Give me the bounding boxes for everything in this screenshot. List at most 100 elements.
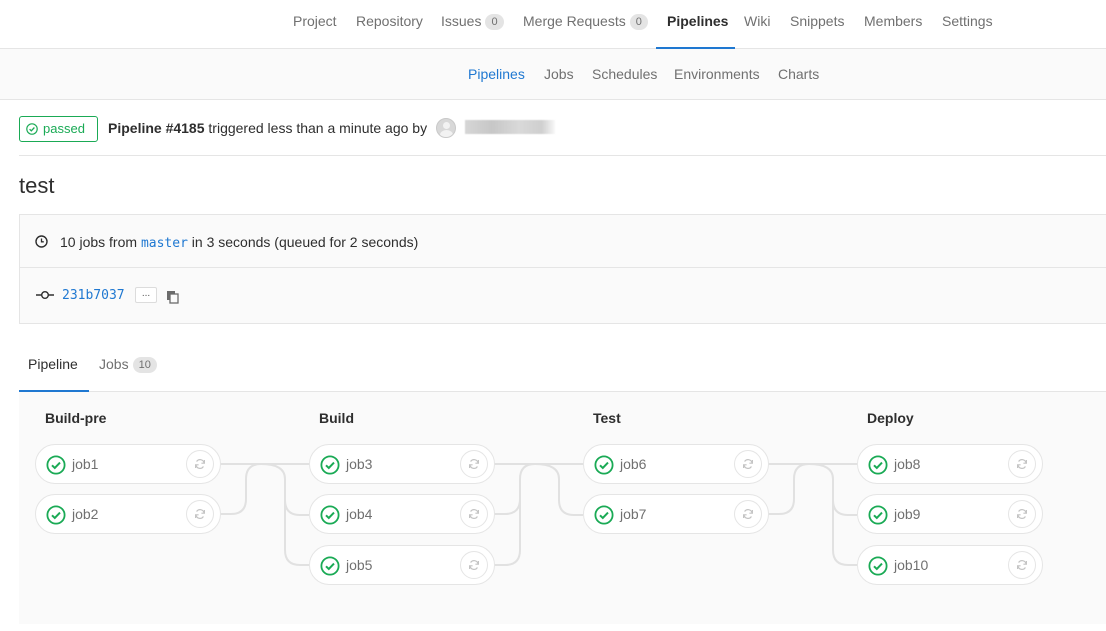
job-node[interactable]: job5 xyxy=(309,545,495,585)
retry-button[interactable] xyxy=(460,551,488,579)
subnav-environments-label: Environments xyxy=(674,66,760,82)
nav-wiki-label: Wiki xyxy=(744,13,771,29)
success-check-icon xyxy=(594,455,614,475)
subnav-schedules[interactable]: Schedules xyxy=(592,49,657,99)
avatar[interactable] xyxy=(436,118,456,138)
job-name: job5 xyxy=(346,557,373,573)
job-node[interactable]: job1 xyxy=(35,444,221,484)
copy-icon[interactable] xyxy=(166,290,180,304)
pipeline-graph: Build-pre Build Test Deploy job1 job2 jo… xyxy=(19,392,1106,624)
project-nav: Project Repository Issues 0 Merge Request… xyxy=(0,0,1106,49)
pipeline-header: passed Pipeline #4185 triggered less tha… xyxy=(19,100,1106,156)
retry-icon xyxy=(195,509,205,519)
success-check-icon xyxy=(320,556,340,576)
job-node[interactable]: job7 xyxy=(583,494,769,534)
jobs-suffix-text: in 3 seconds (queued for 2 seconds) xyxy=(187,234,419,250)
job-name: job7 xyxy=(620,506,647,522)
nav-snippets-label: Snippets xyxy=(790,13,845,29)
branch-link[interactable]: master xyxy=(141,236,188,251)
retry-icon xyxy=(1017,560,1027,570)
job-name: job4 xyxy=(346,506,373,522)
issues-count-badge: 0 xyxy=(485,14,504,30)
expand-commit-button[interactable]: ... xyxy=(135,287,157,303)
stage-title-build-pre: Build-pre xyxy=(45,410,107,426)
success-check-icon xyxy=(320,455,340,475)
job-node[interactable]: job2 xyxy=(35,494,221,534)
nav-wiki[interactable]: Wiki xyxy=(744,0,770,49)
retry-icon xyxy=(743,459,753,469)
retry-icon xyxy=(469,560,479,570)
job-node[interactable]: job8 xyxy=(857,444,1043,484)
nav-project[interactable]: Project xyxy=(293,0,337,49)
subnav-charts[interactable]: Charts xyxy=(778,49,819,99)
pipeline-info-box: 10 jobs from master in 3 seconds (queued… xyxy=(19,214,1106,324)
nav-repository[interactable]: Repository xyxy=(356,0,423,49)
job-name: job1 xyxy=(72,456,99,472)
retry-button[interactable] xyxy=(186,500,214,528)
success-check-icon xyxy=(46,455,66,475)
subnav-pipelines-label: Pipelines xyxy=(468,66,525,82)
nav-snippets[interactable]: Snippets xyxy=(790,0,844,49)
pipeline-title: Pipeline #4185 xyxy=(108,120,205,136)
retry-icon xyxy=(743,509,753,519)
subnav-environments[interactable]: Environments xyxy=(674,49,760,99)
retry-icon xyxy=(469,459,479,469)
nav-merge-requests[interactable]: Merge Requests 0 xyxy=(523,0,648,49)
nav-issues[interactable]: Issues 0 xyxy=(441,0,504,49)
status-badge-label: passed xyxy=(43,121,85,136)
nav-settings-label: Settings xyxy=(942,13,993,29)
subnav-pipelines[interactable]: Pipelines xyxy=(468,49,525,99)
job-name: job9 xyxy=(894,506,921,522)
nav-pipelines-label: Pipelines xyxy=(667,13,729,29)
subnav-charts-label: Charts xyxy=(778,66,820,82)
pipelines-subnav: Pipelines Jobs Schedules Environments Ch… xyxy=(0,49,1106,100)
commit-sha-link[interactable]: 231b7037 xyxy=(62,288,125,303)
retry-button[interactable] xyxy=(186,450,214,478)
status-badge[interactable]: passed xyxy=(19,116,98,142)
retry-button[interactable] xyxy=(1008,450,1036,478)
tab-pipeline[interactable]: Pipeline xyxy=(19,342,89,392)
retry-icon xyxy=(469,509,479,519)
nav-settings[interactable]: Settings xyxy=(942,0,993,49)
username-redacted[interactable] xyxy=(465,120,555,134)
success-check-icon xyxy=(868,505,888,525)
job-node[interactable]: job10 xyxy=(857,545,1043,585)
success-check-icon xyxy=(868,455,888,475)
tab-jobs[interactable]: Jobs 10 xyxy=(99,342,157,392)
tab-pipeline-label: Pipeline xyxy=(28,356,78,372)
job-name: job8 xyxy=(894,456,921,472)
jobs-prefix-text: 10 jobs from xyxy=(60,234,141,250)
job-node[interactable]: job9 xyxy=(857,494,1043,534)
retry-button[interactable] xyxy=(460,500,488,528)
retry-button[interactable] xyxy=(1008,500,1036,528)
subnav-jobs-label: Jobs xyxy=(544,66,574,82)
stage-title-test: Test xyxy=(593,410,621,426)
subnav-schedules-label: Schedules xyxy=(592,66,658,82)
pipeline-triggered-text: triggered less than a minute ago by xyxy=(204,120,428,136)
retry-button[interactable] xyxy=(734,450,762,478)
job-node[interactable]: job3 xyxy=(309,444,495,484)
job-name: job2 xyxy=(72,506,99,522)
pipeline-tabs: Pipeline Jobs 10 xyxy=(19,342,1106,392)
success-check-icon xyxy=(320,505,340,525)
commit-icon xyxy=(36,291,54,299)
nav-issues-label: Issues xyxy=(441,13,482,29)
nav-members[interactable]: Members xyxy=(864,0,922,49)
retry-button[interactable] xyxy=(734,500,762,528)
status-success-icon xyxy=(26,123,38,135)
job-node[interactable]: job6 xyxy=(583,444,769,484)
stage-title-deploy: Deploy xyxy=(867,410,914,426)
pipeline-duration-text: 10 jobs from master in 3 seconds (queued… xyxy=(60,234,418,251)
subnav-jobs[interactable]: Jobs xyxy=(544,49,574,99)
pipeline-header-text: Pipeline #4185 triggered less than a min… xyxy=(108,120,427,136)
retry-button[interactable] xyxy=(1008,551,1036,579)
nav-merge-requests-label: Merge Requests xyxy=(523,13,626,29)
success-check-icon xyxy=(46,505,66,525)
success-check-icon xyxy=(868,556,888,576)
merge-requests-count-badge: 0 xyxy=(629,14,648,30)
job-node[interactable]: job4 xyxy=(309,494,495,534)
nav-pipelines[interactable]: Pipelines xyxy=(656,0,735,49)
success-check-icon xyxy=(594,505,614,525)
retry-button[interactable] xyxy=(460,450,488,478)
job-name: job3 xyxy=(346,456,373,472)
